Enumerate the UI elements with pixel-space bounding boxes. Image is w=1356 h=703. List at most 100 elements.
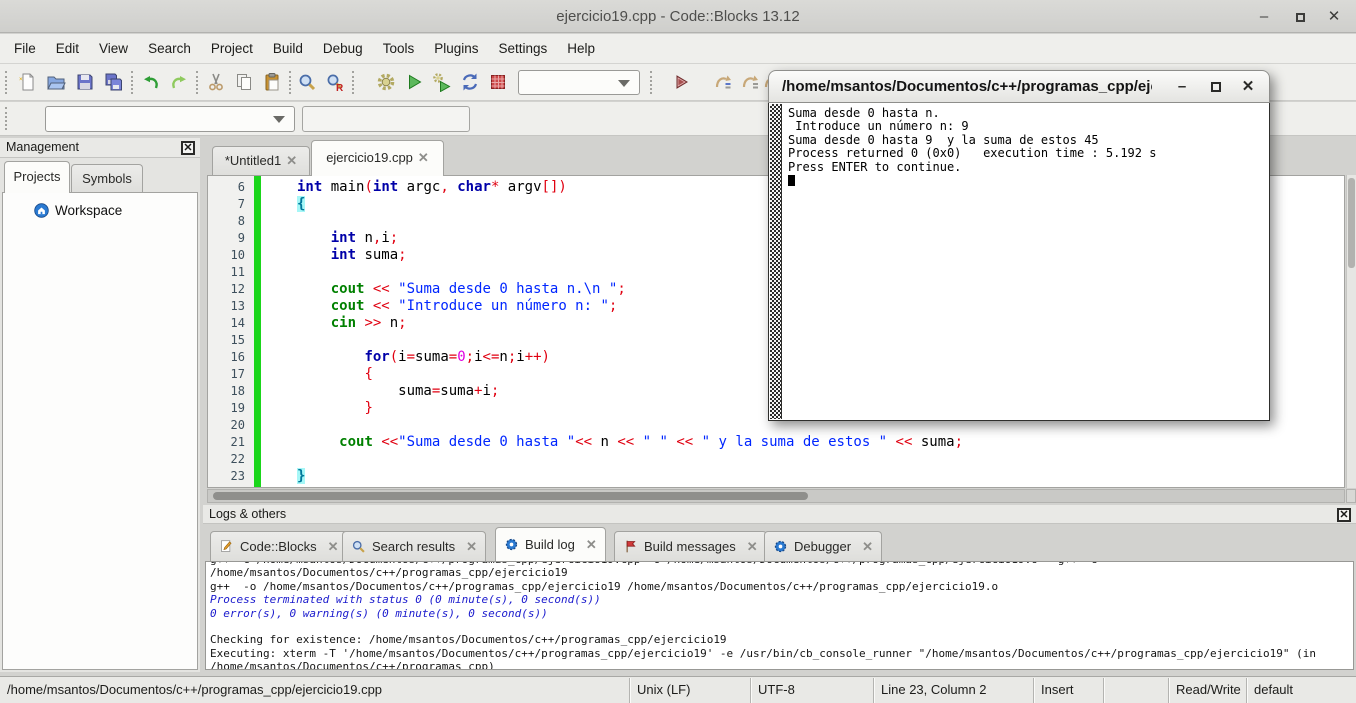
run-to-cursor-button[interactable] — [710, 69, 736, 95]
open-file-button[interactable] — [43, 69, 69, 95]
menu-item-debug[interactable]: Debug — [313, 34, 373, 64]
status-line-endings: Unix (LF) — [629, 678, 750, 703]
xterm-title: /home/msantos/Documentos/c++/programas_c… — [782, 71, 1152, 103]
window-close-button[interactable]: ✕ — [1320, 0, 1348, 33]
terminal-cursor — [788, 175, 795, 186]
close-icon[interactable]: ✕ — [286, 153, 297, 168]
undo-icon — [141, 72, 161, 92]
xterm-output: Suma desde 0 hasta n. Introduce un númer… — [788, 107, 1265, 186]
undo-button[interactable] — [138, 69, 164, 95]
toolbar-separator — [289, 71, 293, 94]
toolbar-grip[interactable] — [352, 71, 356, 94]
menu-item-build[interactable]: Build — [263, 34, 313, 64]
tab-projects[interactable]: Projects — [4, 161, 70, 193]
logs-close-button[interactable]: ✕ — [1337, 508, 1351, 522]
chevron-down-icon — [618, 80, 630, 87]
menu-item-edit[interactable]: Edit — [46, 34, 89, 64]
xterm-window[interactable]: /home/msantos/Documentos/c++/programas_c… — [768, 70, 1270, 421]
menu-item-settings[interactable]: Settings — [489, 34, 558, 64]
redo-icon — [169, 72, 189, 92]
maximize-icon — [1211, 82, 1221, 92]
flag-icon — [623, 539, 638, 554]
run-button[interactable] — [401, 69, 427, 95]
tab-build-log-label: Build log — [525, 537, 575, 552]
next-line-icon — [741, 72, 761, 92]
logs-title: Logs & others — [209, 507, 286, 521]
abort-build-button[interactable] — [485, 69, 511, 95]
tab-symbols[interactable]: Symbols — [71, 164, 143, 193]
tab-build-messages[interactable]: Build messages✕ — [614, 531, 767, 561]
workspace-label: Workspace — [55, 203, 122, 218]
function-select[interactable] — [302, 106, 470, 132]
menu-item-plugins[interactable]: Plugins — [424, 34, 488, 64]
xterm-minimize-button[interactable]: – — [1167, 71, 1197, 103]
window-maximize-button[interactable] — [1286, 0, 1314, 33]
tab-search-results[interactable]: Search results✕ — [342, 531, 486, 561]
scrollbar-thumb[interactable] — [1348, 178, 1355, 268]
window-titlebar[interactable]: ejercicio19.cpp - Code::Blocks 13.12 – ✕ — [0, 0, 1356, 33]
build-and-run-button[interactable] — [429, 69, 455, 95]
tab-codeblocks-log[interactable]: Code::Blocks ✕ — [210, 531, 348, 561]
scope-select[interactable] — [45, 106, 295, 132]
new-file-button[interactable] — [14, 69, 40, 95]
xterm-maximize-button[interactable] — [1201, 71, 1231, 103]
save-all-button[interactable] — [101, 69, 127, 95]
status-file-path: /home/msantos/Documentos/c++/programas_c… — [0, 678, 629, 703]
management-close-button[interactable]: ✕ — [181, 141, 195, 155]
logs-tabs: Code::Blocks ✕ Search results✕ Build log ✕… — [203, 526, 1356, 561]
close-icon[interactable]: ✕ — [747, 539, 758, 555]
build-button[interactable] — [373, 69, 399, 95]
build-log-content[interactable]: g++ -c /home/msantos/Documentos/c++/prog… — [205, 561, 1354, 670]
tab-untitled1[interactable]: *Untitled1 ✕ — [212, 146, 310, 176]
tab-ejercicio19[interactable]: ejercicio19.cpp✕ — [311, 140, 444, 176]
workspace-tree-item[interactable]: Workspace — [3, 193, 197, 219]
copy-button[interactable] — [231, 69, 257, 95]
close-icon[interactable]: ✕ — [466, 539, 477, 555]
toolbar-grip[interactable] — [5, 71, 9, 94]
debug-continue-button[interactable] — [668, 69, 694, 95]
management-panel: Management ✕ Projects Symbols Workspace — [0, 138, 200, 672]
close-icon[interactable]: ✕ — [418, 150, 429, 165]
tab-untitled1-label: *Untitled1 — [225, 153, 281, 168]
scrollbar-thumb[interactable] — [213, 492, 808, 500]
window-minimize-button[interactable]: – — [1250, 0, 1278, 33]
close-icon[interactable]: ✕ — [862, 539, 873, 555]
find-button[interactable] — [294, 69, 320, 95]
toolbar-grip[interactable] — [650, 71, 654, 94]
menu-item-view[interactable]: View — [89, 34, 138, 64]
xterm-body[interactable]: Suma desde 0 hasta n. Introduce un númer… — [768, 103, 1270, 421]
close-icon[interactable]: ✕ — [328, 539, 339, 555]
menu-bar: File Edit View Search Project Build Debu… — [0, 34, 1356, 64]
save-button[interactable] — [72, 69, 98, 95]
menu-item-search[interactable]: Search — [138, 34, 201, 64]
toolbar-separator — [196, 71, 200, 94]
tab-debugger[interactable]: Debugger✕ — [764, 531, 882, 561]
paste-button[interactable] — [259, 69, 285, 95]
tab-codeblocks-log-label: Code::Blocks — [240, 539, 317, 554]
close-icon[interactable]: ✕ — [586, 537, 597, 553]
search-icon — [297, 72, 317, 92]
xterm-close-button[interactable]: ✕ — [1233, 71, 1263, 103]
tab-build-log[interactable]: Build log ✕ — [495, 527, 606, 561]
build-target-select[interactable] — [518, 70, 640, 95]
cut-button[interactable] — [203, 69, 229, 95]
menu-item-file[interactable]: File — [4, 34, 46, 64]
editor-vertical-scrollbar[interactable] — [1346, 175, 1356, 488]
redo-button[interactable] — [166, 69, 192, 95]
menu-item-project[interactable]: Project — [201, 34, 263, 64]
xterm-scrollbar[interactable] — [770, 104, 782, 419]
toolbar-grip[interactable] — [5, 107, 9, 130]
xterm-titlebar[interactable]: /home/msantos/Documentos/c++/programas_c… — [768, 70, 1270, 103]
workspace-icon — [33, 202, 50, 219]
build-log-gear-icon — [504, 537, 519, 552]
save-all-icon — [104, 72, 124, 92]
tab-symbols-label: Symbols — [82, 171, 132, 186]
new-file-icon — [17, 72, 37, 92]
editor-horizontal-scrollbar[interactable] — [207, 489, 1345, 503]
rebuild-button[interactable] — [457, 69, 483, 95]
menu-item-help[interactable]: Help — [557, 34, 605, 64]
run-icon — [404, 72, 424, 92]
menu-item-tools[interactable]: Tools — [373, 34, 425, 64]
replace-button[interactable]: R — [322, 69, 348, 95]
debug-continue-icon — [671, 72, 691, 92]
